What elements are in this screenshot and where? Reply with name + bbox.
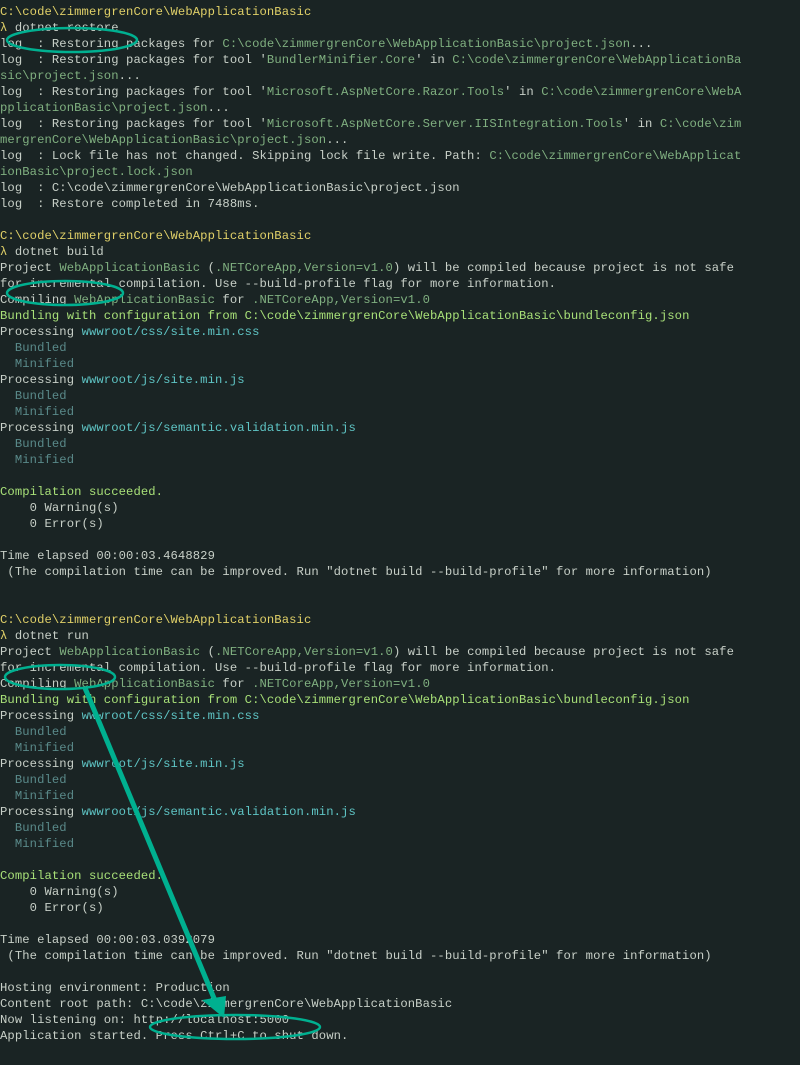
cmd-run: dotnet run <box>15 629 89 643</box>
terminal-output: C:\code\zimmergrenCore\WebApplicationBas… <box>0 0 800 1044</box>
compilation-succeeded: Compilation succeeded. <box>0 869 163 883</box>
compilation-succeeded: Compilation succeeded. <box>0 485 163 499</box>
prompt-path: C:\code\zimmergrenCore\WebApplicationBas… <box>0 229 311 243</box>
listen-url: http://localhost:5000 <box>133 1013 289 1027</box>
prompt-path: C:\code\zimmergrenCore\WebApplicationBas… <box>0 5 311 19</box>
cmd-restore: dotnet restore <box>15 21 119 35</box>
prompt-path: C:\code\zimmergrenCore\WebApplicationBas… <box>0 613 311 627</box>
cmd-build: dotnet build <box>15 245 104 259</box>
